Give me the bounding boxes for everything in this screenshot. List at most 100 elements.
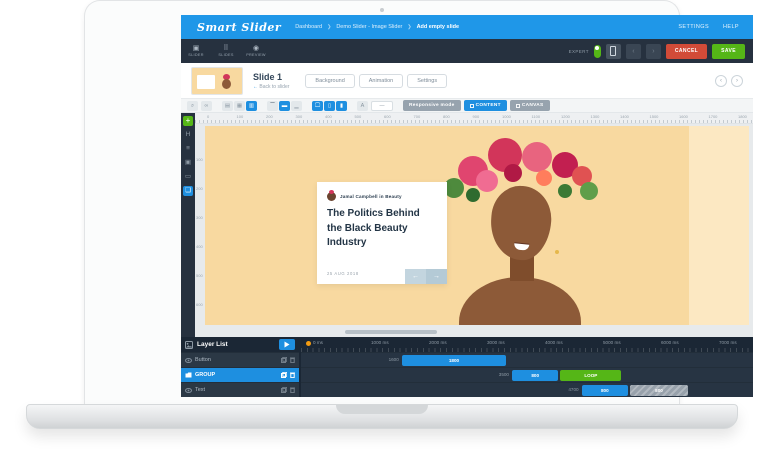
canvas-mode-button[interactable]: CANVAS [509,100,550,111]
hruler-label: 1500 [649,114,659,119]
slider-button[interactable]: ▣ SLIDER [181,39,211,63]
timeline-track-text[interactable]: 4700 800 800 [301,382,753,397]
valign-top-icon[interactable]: ▔ [267,100,278,111]
valign-middle-icon[interactable]: ▬ [279,100,290,111]
hruler-label: 1700 [708,114,718,119]
tab-settings[interactable]: Settings [407,73,448,88]
timeline-ruler-label: 0 ms [313,340,323,345]
editor-toolbar: ▣ SLIDER ⠿ SLIDES ◉ PREVIEW EXPERT ‹ › C… [181,39,753,63]
hruler-label: 300 [295,114,303,119]
duplicate-icon[interactable] [281,387,287,393]
tab-background[interactable]: Background [305,73,355,88]
duplicate-icon[interactable] [281,372,287,378]
visibility-eye-icon[interactable] [185,357,192,363]
breadcrumb-dashboard[interactable]: Dashboard [295,24,322,30]
hruler-label: 900 [472,114,480,119]
slide-photo-woman[interactable] [440,126,600,325]
timeline-playhead[interactable] [306,341,311,346]
layer-row-group[interactable]: GROUP [181,367,299,382]
timeline-ruler-label: 7000 ms [719,340,737,345]
heading-layer-icon[interactable]: H [183,130,193,140]
align-center-icon[interactable]: ▦ [234,100,245,111]
slides-grid-icon: ⠿ [223,45,229,52]
button-layer-icon[interactable]: ▭ [183,172,193,182]
next-slide-button[interactable]: › [731,74,743,87]
back-to-slider-link[interactable]: ← Back to slider [253,84,289,90]
cancel-button[interactable]: CANCEL [665,43,708,59]
laptop-base-notch [336,405,428,414]
card-prev-arrow-button[interactable]: ← [405,269,426,284]
group-folder-icon [185,372,192,378]
zoom-icon[interactable]: ⌕ [187,100,198,111]
leaf-shape [580,182,598,200]
editor-canvas: + H ≡ ▣ ▭ ❏ 0 100 200 300 400 500 600 700 800 900… [181,113,753,337]
layer-list-icon[interactable]: ❏ [183,186,193,196]
image-layer-icon[interactable]: ▣ [183,158,193,168]
duplicate-icon[interactable] [281,357,287,363]
hruler-label: 1100 [531,114,541,119]
slide-thumbnail[interactable] [191,66,243,95]
preview-button[interactable]: ◉ PREVIEW [241,39,271,63]
device-mobile-icon[interactable]: ▮ [336,100,347,111]
animation-bar-loop[interactable]: LOOP [560,370,622,381]
content-mode-button[interactable]: CONTENT [463,100,507,111]
help-link[interactable]: HELP [723,24,739,30]
settings-link[interactable]: SETTINGS [678,24,709,30]
canvas-horizontal-scrollbar[interactable] [345,330,437,334]
hruler-label: 1400 [620,114,629,119]
layer-row-text[interactable]: Text [181,382,299,397]
timeline-play-button[interactable] [279,339,295,350]
card-title[interactable]: The Politics Behind the Black Beauty Ind… [327,207,437,251]
device-desktop-icon[interactable]: 🖵 [312,100,323,111]
add-layer-button[interactable]: + [183,116,193,126]
prev-slide-button[interactable]: ‹ [715,74,727,87]
breadcrumb-current: Add empty slide [416,24,460,30]
flower-shape [536,170,552,186]
canvas-toolbar: ⌕ ∞ ▤ ▦ ▥ ▔ ▬ ▁ 🖵 ▯ ▮ A — Responsive mod… [181,99,753,113]
vruler-label: 100 [196,157,203,162]
slide-canvas[interactable]: Jamal Campbell in Beauty The Politics Be… [205,126,749,325]
timeline-ruler[interactable]: 0 ms 1000 ms 2000 ms 3000 ms 4000 ms 5000 ms 6… [301,337,753,352]
trash-icon[interactable] [290,387,295,393]
link-icon[interactable]: ∞ [201,100,212,111]
align-right-icon[interactable]: ▥ [246,100,257,111]
layer-list-panel-icon [185,340,193,349]
hruler-label: 200 [266,114,273,119]
redo-button[interactable]: › [645,43,661,59]
layer-add-rail: + H ≡ ▣ ▭ ❏ [181,113,195,337]
card-next-arrow-button[interactable]: → [426,269,447,284]
expert-label: EXPERT [568,48,589,54]
slides-button[interactable]: ⠿ SLIDES [211,39,241,63]
device-tablet-icon[interactable]: ▯ [324,100,335,111]
laptop-screen-frame: Smart Slider Dashboard ❯ Demo Slider - I… [84,0,753,404]
animation-bar-out[interactable]: 800 [630,385,688,396]
slide-text-card[interactable]: Jamal Campbell in Beauty The Politics Be… [317,182,447,284]
top-bar: Smart Slider Dashboard ❯ Demo Slider - I… [181,15,753,39]
hruler-label: 800 [443,114,450,119]
canvas-body: 100 200 300 400 500 600 Jamal Campbell i… [195,124,753,337]
animation-bar-main[interactable]: 1800 [401,355,507,366]
font-size-icon[interactable]: A [357,100,368,111]
undo-button[interactable]: ‹ [625,43,641,59]
zoom-level-control[interactable]: — [371,100,393,111]
text-layer-icon[interactable]: ≡ [183,144,193,154]
timeline-track-group[interactable]: 3500 800 LOOP [301,367,753,382]
layer-row-button[interactable]: Button [181,352,299,367]
tab-animation[interactable]: Animation [358,73,404,88]
animation-bar-main[interactable]: 800 [512,370,559,381]
timeline-track-button[interactable]: 1600 1800 [301,352,753,367]
responsive-mode-button[interactable]: Responsive mode [403,100,461,111]
animation-delay-label: 1600 [388,357,399,362]
animation-bar-main[interactable]: 800 [581,385,628,396]
breadcrumb-separator-icon: ❯ [407,24,412,30]
save-button[interactable]: SAVE [712,43,745,59]
visibility-eye-icon[interactable] [185,387,192,393]
device-mode-button[interactable] [605,43,621,59]
breadcrumb-slider[interactable]: Demo Slider - Image Slider [336,24,402,30]
app-logo[interactable]: Smart Slider [181,21,295,34]
trash-icon[interactable] [290,357,295,363]
trash-icon[interactable] [290,372,295,378]
expert-toggle[interactable] [593,44,601,58]
align-left-icon[interactable]: ▤ [222,100,233,111]
valign-bottom-icon[interactable]: ▁ [291,100,302,111]
